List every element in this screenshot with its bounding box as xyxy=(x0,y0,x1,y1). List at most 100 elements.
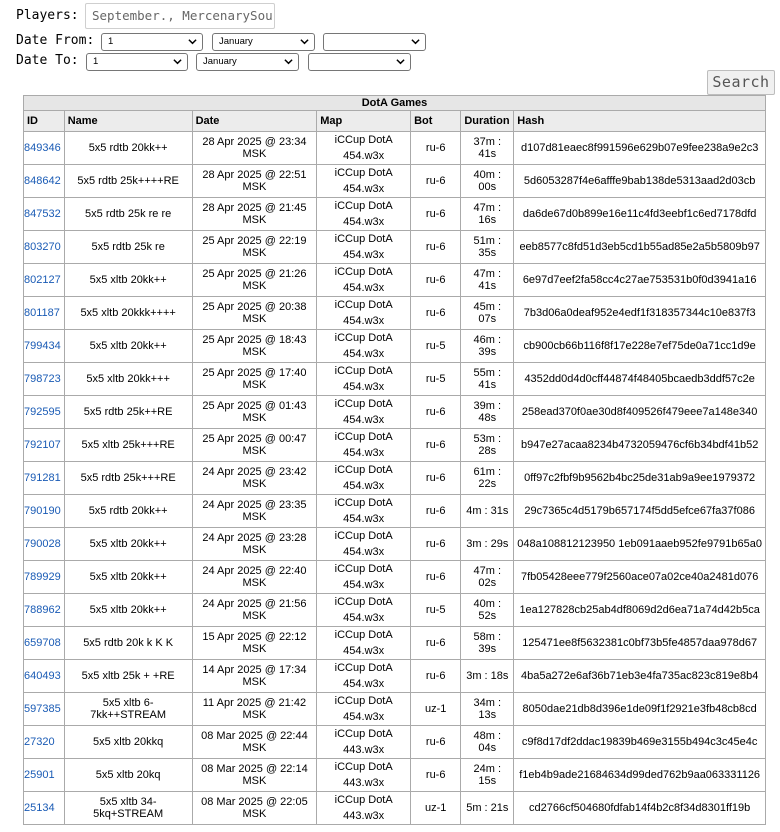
game-map-cell: iCCup DotA 454.w3x xyxy=(316,263,412,297)
game-id-link[interactable]: 799434 xyxy=(24,340,61,352)
map-file: 454.w3x xyxy=(343,678,385,690)
game-duration-cell: 55m : 41s xyxy=(460,362,515,396)
col-header-bot: Bot xyxy=(410,110,462,132)
search-button[interactable]: Search xyxy=(707,70,775,95)
game-map-cell: iCCup DotA 454.w3x xyxy=(316,296,412,330)
game-bot-cell: ru-5 xyxy=(410,593,462,627)
game-id-link[interactable]: 790028 xyxy=(24,538,61,550)
game-id-link[interactable]: 659708 xyxy=(24,637,61,649)
game-bot-cell: ru-6 xyxy=(410,659,462,693)
game-name-cell: 5x5 xltb 20kk++ xyxy=(63,593,193,627)
game-hash-cell: 29c7365c4d5179b657174f5dd5efce67fa37f086 xyxy=(513,494,766,528)
game-hash-cell: 0ff97c2fbf9b9562b4bc25de31ab9a9ee1979372 xyxy=(513,461,766,495)
map-file: 443.w3x xyxy=(343,777,385,789)
game-id-link[interactable]: 792595 xyxy=(24,406,61,418)
table-row: 597385 5x5 xltb 6-7kk++STREAM 11 Apr 2025 … xyxy=(23,692,766,726)
game-bot-cell: ru-6 xyxy=(410,725,462,759)
game-id-link[interactable]: 792107 xyxy=(24,439,61,451)
game-bot-cell: ru-6 xyxy=(410,263,462,297)
table-row: 847532 5x5 rdtb 25k re re 28 Apr 2025 @ 21… xyxy=(23,197,766,231)
game-id-link[interactable]: 789929 xyxy=(24,571,61,583)
game-id-cell: 791281 xyxy=(23,461,65,495)
game-id-link[interactable]: 847532 xyxy=(24,208,61,220)
table-row: 789929 5x5 xltb 20kk++ 24 Apr 2025 @ 22:40… xyxy=(23,560,766,594)
games-table-body: 849346 5x5 rdtb 20kk++ 28 Apr 2025 @ 23:34… xyxy=(23,131,766,825)
from-day-value: 1 xyxy=(108,36,114,47)
map-file: 454.w3x xyxy=(343,546,385,558)
game-name-cell: 5x5 rdtb 25k++RE xyxy=(63,395,193,429)
map-name: iCCup DotA xyxy=(334,167,393,179)
game-date-cell: 24 Apr 2025 @ 21:56 MSK xyxy=(191,593,318,627)
game-id-link[interactable]: 791281 xyxy=(24,472,61,484)
game-duration-cell: 46m : 39s xyxy=(460,329,515,363)
game-id-link[interactable]: 848642 xyxy=(24,175,61,187)
game-date-cell: 28 Apr 2025 @ 22:51 MSK xyxy=(191,164,318,198)
map-name: iCCup DotA xyxy=(334,596,393,608)
game-id-link[interactable]: 802127 xyxy=(24,274,61,286)
game-id-link[interactable]: 803270 xyxy=(24,241,61,253)
game-id-link[interactable]: 788962 xyxy=(24,604,61,616)
col-header-date: Date xyxy=(191,110,318,132)
game-date-cell: 15 Apr 2025 @ 22:12 MSK xyxy=(191,626,318,660)
col-header-id: ID xyxy=(23,110,65,132)
game-bot-cell: ru-6 xyxy=(410,461,462,495)
game-id-link[interactable]: 25134 xyxy=(24,802,55,814)
game-date-cell: 25 Apr 2025 @ 22:19 MSK xyxy=(191,230,318,264)
map-file: 454.w3x xyxy=(343,315,385,327)
players-input[interactable]: September., MercenarySou xyxy=(85,3,275,29)
game-date-cell: 25 Apr 2025 @ 01:43 MSK xyxy=(191,395,318,429)
from-day-select[interactable]: 1 xyxy=(101,33,203,51)
game-duration-cell: 34m : 13s xyxy=(460,692,515,726)
map-file: 454.w3x xyxy=(343,150,385,162)
game-hash-cell: 5d6053287f4e6afffe9bab138de5313aad2d03cb xyxy=(513,164,766,198)
game-id-cell: 25134 xyxy=(23,791,65,825)
map-name: iCCup DotA xyxy=(334,629,393,641)
map-name: iCCup DotA xyxy=(334,563,393,575)
map-name: iCCup DotA xyxy=(334,761,393,773)
game-map-cell: iCCup DotA 454.w3x xyxy=(316,230,412,264)
game-duration-cell: 58m : 39s xyxy=(460,626,515,660)
to-month-value: January xyxy=(203,56,237,67)
from-month-select[interactable]: January xyxy=(212,33,315,51)
game-bot-cell: ru-6 xyxy=(410,131,462,165)
game-id-cell: 27320 xyxy=(23,725,65,759)
game-bot-cell: ru-6 xyxy=(410,560,462,594)
game-name-cell: 5x5 rdtb 20kk++ xyxy=(63,494,193,528)
game-map-cell: iCCup DotA 443.w3x xyxy=(316,725,412,759)
game-id-link[interactable]: 790190 xyxy=(24,505,61,517)
game-id-cell: 659708 xyxy=(23,626,65,660)
game-name-cell: 5x5 xltb 20kk++ xyxy=(63,263,193,297)
to-month-select[interactable]: January xyxy=(196,53,299,71)
map-name: iCCup DotA xyxy=(334,431,393,443)
game-map-cell: iCCup DotA 443.w3x xyxy=(316,758,412,792)
game-map-cell: iCCup DotA 454.w3x xyxy=(316,527,412,561)
to-day-select[interactable]: 1 xyxy=(86,53,188,71)
game-id-cell: 790190 xyxy=(23,494,65,528)
game-id-link[interactable]: 849346 xyxy=(24,142,61,154)
col-header-map: Map xyxy=(316,110,412,132)
game-id-link[interactable]: 27320 xyxy=(24,736,55,748)
to-year-select[interactable] xyxy=(308,53,411,71)
game-map-cell: iCCup DotA 454.w3x xyxy=(316,692,412,726)
col-header-duration: Duration xyxy=(460,110,515,132)
map-name: iCCup DotA xyxy=(334,728,393,740)
game-hash-cell: cb900cb66b116f8f17e228e7ef75de0a71cc1d9e xyxy=(513,329,766,363)
map-file: 454.w3x xyxy=(343,612,385,624)
game-id-link[interactable]: 25901 xyxy=(24,769,55,781)
game-id-link[interactable]: 801187 xyxy=(24,307,60,319)
game-id-link[interactable]: 597385 xyxy=(24,703,61,715)
game-duration-cell: 4m : 31s xyxy=(460,494,515,528)
table-row: 792107 5x5 xltb 25k+++RE 25 Apr 2025 @ 00:… xyxy=(23,428,766,462)
game-name-cell: 5x5 xltb 20kkq xyxy=(63,725,193,759)
game-hash-cell: 4352dd0d4d0cff44874f48405bcaedb3ddf57c2e xyxy=(513,362,766,396)
game-id-link[interactable]: 798723 xyxy=(24,373,61,385)
from-year-select[interactable] xyxy=(323,33,426,51)
game-id-cell: 847532 xyxy=(23,197,65,231)
map-file: 454.w3x xyxy=(343,579,385,591)
game-name-cell: 5x5 xltb 20kk+++ xyxy=(63,362,193,396)
game-id-link[interactable]: 640493 xyxy=(24,670,61,682)
table-row: 798723 5x5 xltb 20kk+++ 25 Apr 2025 @ 17:4… xyxy=(23,362,766,396)
map-name: iCCup DotA xyxy=(334,299,393,311)
game-id-cell: 792107 xyxy=(23,428,65,462)
game-map-cell: iCCup DotA 454.w3x xyxy=(316,593,412,627)
